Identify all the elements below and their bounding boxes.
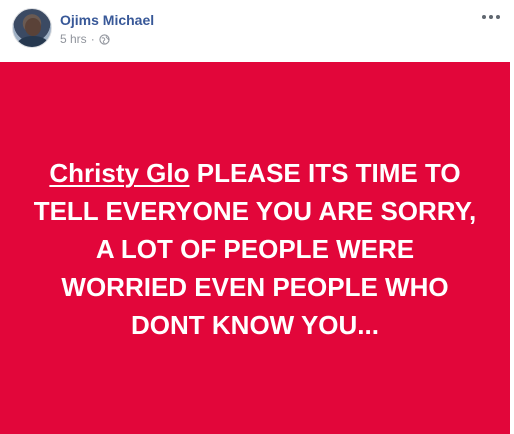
author-name-link[interactable]: Ojims Michael (60, 12, 154, 28)
globe-icon[interactable] (99, 33, 110, 45)
post-header: Ojims Michael 5 hrs · (0, 0, 514, 62)
more-options-icon[interactable] (482, 10, 500, 24)
avatar-face (25, 18, 41, 36)
mention-link[interactable]: Christy Glo (49, 158, 189, 188)
author-avatar[interactable] (12, 8, 52, 48)
status-message: Christy Glo PLEASE ITS TIME TO TELL EVER… (32, 154, 478, 344)
more-dot (496, 15, 500, 19)
status-background: Christy Glo PLEASE ITS TIME TO TELL EVER… (0, 62, 510, 434)
avatar-shirt (17, 36, 49, 47)
meta-separator: · (90, 32, 95, 46)
post-meta: 5 hrs · (60, 32, 110, 46)
post-timestamp[interactable]: 5 hrs (60, 32, 87, 46)
facebook-post: Ojims Michael 5 hrs · Christy Glo PLEASE… (0, 0, 514, 434)
more-dot (482, 15, 486, 19)
more-dot (489, 15, 493, 19)
